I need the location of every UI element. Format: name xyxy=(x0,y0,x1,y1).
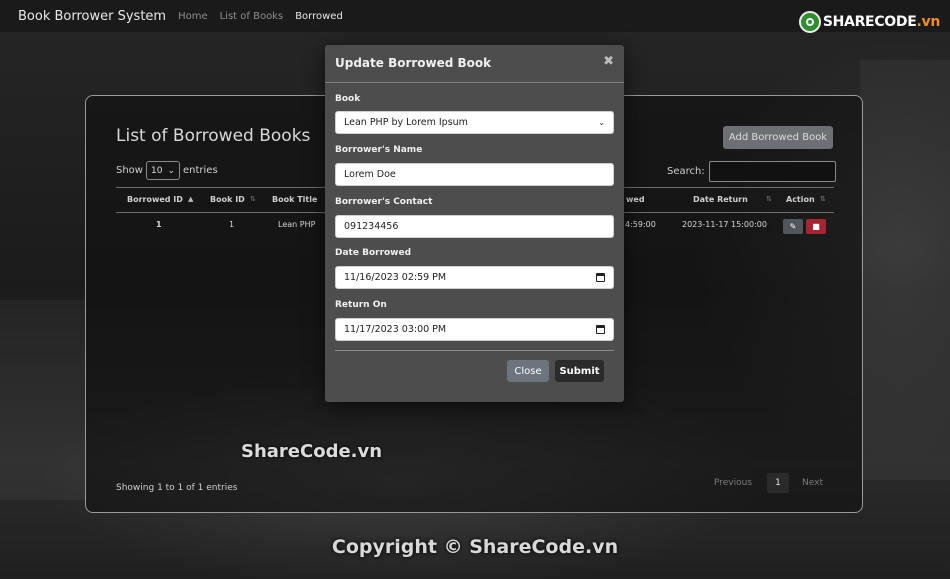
modal-header: Update Borrowed Book ✖ xyxy=(325,45,624,83)
footer-copyright: Copyright © ShareCode.vn xyxy=(331,536,619,558)
navbar-brand[interactable]: Book Borrower System xyxy=(18,9,166,24)
borrower-name-input[interactable]: Lorem Doe xyxy=(335,163,614,186)
borrower-contact-input[interactable]: 091234456 xyxy=(335,215,614,238)
date-borrowed-input[interactable]: 11/16/2023 02:59 PM xyxy=(335,266,614,289)
header-book-id[interactable]: Book ID xyxy=(210,195,245,204)
logo-icon xyxy=(798,11,821,33)
cell-book-id: 1 xyxy=(229,220,235,229)
modal-divider xyxy=(335,350,614,351)
header-borrowed-id[interactable]: Borrowed ID xyxy=(127,195,183,204)
book-select[interactable]: Lean PHP by Lorem Ipsum ⌄ xyxy=(335,111,614,134)
entries-select[interactable]: 10 ⌄ xyxy=(145,161,180,180)
entries-label: entries xyxy=(182,165,218,176)
date-borrowed-value: 11/16/2023 02:59 PM xyxy=(344,272,447,283)
trash-icon: ■ xyxy=(812,222,820,231)
edit-button[interactable]: ✎ xyxy=(783,219,803,234)
delete-button[interactable]: ■ xyxy=(806,219,826,234)
watermark: ShareCode.vn xyxy=(241,441,383,462)
pagination-page-1[interactable]: 1 xyxy=(767,473,789,493)
return-on-value: 11/17/2023 03:00 PM xyxy=(344,324,447,335)
sort-icon: ⇅ xyxy=(766,195,772,203)
book-select-value: Lean PHP by Lorem Ipsum xyxy=(344,117,468,128)
entries-length-control: Show 10 ⌄ entries xyxy=(116,161,218,180)
borrower-contact-label: Borrower's Contact xyxy=(335,197,433,207)
chevron-down-icon: ⌄ xyxy=(598,118,605,127)
chevron-down-icon: ⌄ xyxy=(167,165,175,176)
update-borrowed-book-modal: Update Borrowed Book ✖ Book Lean PHP by … xyxy=(325,45,624,402)
cell-date-return: 2023-11-17 15:00:00 xyxy=(682,220,767,229)
show-label: Show xyxy=(116,165,143,176)
sort-icon: ⇅ xyxy=(250,195,256,203)
sort-asc-icon: ▲ xyxy=(188,195,194,203)
header-date-borrowed[interactable]: wed xyxy=(626,195,645,204)
calendar-icon[interactable] xyxy=(596,325,605,334)
sort-icon: ⇅ xyxy=(820,195,826,203)
pagination-previous[interactable]: Previous xyxy=(714,473,752,493)
nav-link-list-of-books[interactable]: List of Books xyxy=(220,11,284,22)
return-on-input[interactable]: 11/17/2023 03:00 PM xyxy=(335,318,614,341)
book-label: Book xyxy=(335,94,361,104)
calendar-icon[interactable] xyxy=(596,273,605,282)
close-icon[interactable]: ✖ xyxy=(603,54,614,69)
entries-value: 10 xyxy=(150,165,163,176)
close-button[interactable]: Close xyxy=(507,360,549,382)
date-borrowed-label: Date Borrowed xyxy=(335,248,412,258)
search-label: Search: xyxy=(667,166,705,177)
cell-book-title: Lean PHP xyxy=(278,220,316,229)
cell-borrowed-id: 1 xyxy=(156,220,162,229)
cell-date-borrowed: 4:59:00 xyxy=(625,220,656,229)
pagination-next[interactable]: Next xyxy=(802,473,823,493)
logo-text-main: SHARECODE xyxy=(822,14,917,30)
search-input[interactable] xyxy=(708,161,836,182)
borrower-contact-value: 091234456 xyxy=(344,221,399,232)
return-on-label: Return On xyxy=(335,300,387,310)
add-borrowed-book-button[interactable]: Add Borrowed Book xyxy=(723,126,833,149)
table-info: Showing 1 to 1 of 1 entries xyxy=(116,483,238,493)
submit-button[interactable]: Submit xyxy=(555,360,604,382)
page-title: List of Borrowed Books xyxy=(116,126,311,146)
nav-link-home[interactable]: Home xyxy=(178,11,208,22)
borrower-name-value: Lorem Doe xyxy=(344,169,396,180)
header-book-title[interactable]: Book Title xyxy=(272,195,317,204)
pencil-icon: ✎ xyxy=(789,222,797,231)
table-search: Search: xyxy=(667,161,836,182)
sharecode-logo: SHARECODE.vn xyxy=(798,11,940,33)
borrower-name-label: Borrower's Name xyxy=(335,145,423,155)
logo-text-suffix: .vn xyxy=(916,14,940,30)
header-action[interactable]: Action xyxy=(786,195,815,204)
header-date-return[interactable]: Date Return xyxy=(693,195,748,204)
modal-title: Update Borrowed Book xyxy=(335,56,492,70)
nav-link-borrowed[interactable]: Borrowed xyxy=(295,11,343,22)
